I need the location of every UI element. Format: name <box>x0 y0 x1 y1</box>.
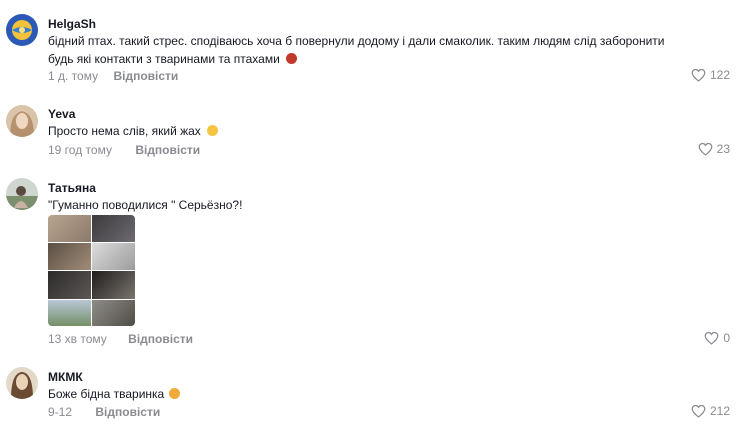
timestamp: 19 год тому <box>48 143 112 157</box>
like-button[interactable]: 23 <box>698 142 730 156</box>
like-count: 0 <box>723 331 730 345</box>
comment-text-content: Просто нема слів, який жах <box>48 124 201 138</box>
username[interactable]: МКМК <box>48 370 83 384</box>
collage-tile <box>92 215 135 242</box>
angry-face-emoji <box>286 53 298 64</box>
comment-meta: 19 год тому Відповісти <box>48 143 200 157</box>
comment-text: "Гуманно поводилися " Серьёзно?! <box>48 196 688 214</box>
shocked-face-emoji <box>207 125 219 136</box>
reply-button[interactable]: Відповісти <box>135 143 200 157</box>
avatar[interactable] <box>6 105 38 137</box>
comment-image-collage[interactable] <box>48 215 135 326</box>
like-count: 212 <box>709 404 730 418</box>
like-button[interactable]: 212 <box>691 404 730 418</box>
like-count: 23 <box>716 142 730 156</box>
collage-tile <box>48 271 91 299</box>
reply-button[interactable]: Відповісти <box>113 69 178 83</box>
username[interactable]: Yeva <box>48 107 75 121</box>
collage-tile <box>48 300 91 326</box>
collage-tile <box>48 243 91 270</box>
collage-tile <box>92 243 135 270</box>
comment-meta: 13 хв тому Відповісти <box>48 332 193 346</box>
heart-icon <box>691 68 706 82</box>
comment-text: бідний птах. такий стрес. сподіваюсь хоч… <box>48 32 688 68</box>
heart-icon <box>698 142 713 156</box>
like-button[interactable]: 122 <box>691 68 730 82</box>
heart-icon <box>691 404 706 418</box>
avatar[interactable] <box>6 367 38 399</box>
like-button[interactable]: 0 <box>704 331 730 345</box>
comment-text: Просто нема слів, який жах <box>48 122 688 140</box>
avatar[interactable] <box>6 178 38 210</box>
timestamp: 9-12 <box>48 405 73 419</box>
username[interactable]: Татьяна <box>48 181 96 195</box>
reply-button[interactable]: Відповісти <box>95 405 160 419</box>
comment-text-content: Боже бідна тваринка <box>48 387 165 401</box>
collage-tile <box>92 300 135 326</box>
comment-text-content: бідний птах. такий стрес. сподіваюсь хоч… <box>48 34 665 66</box>
like-count: 122 <box>709 68 730 82</box>
avatar[interactable] <box>6 14 38 46</box>
comment-text-content: "Гуманно поводилися " Серьёзно?! <box>48 198 243 212</box>
comment-meta: 1 д. тому Відповісти <box>48 69 178 83</box>
reply-button[interactable]: Відповісти <box>128 332 193 346</box>
timestamp: 13 хв тому <box>48 332 107 346</box>
crying-cat-emoji <box>168 388 180 399</box>
username[interactable]: HelgaSh <box>48 17 96 31</box>
collage-tile <box>48 215 91 242</box>
collage-tile <box>92 271 135 299</box>
comment-meta: 9-12 Відповісти <box>48 405 160 419</box>
comment-text: Боже бідна тваринка <box>48 385 688 403</box>
heart-icon <box>704 331 719 345</box>
timestamp: 1 д. тому <box>48 69 99 83</box>
